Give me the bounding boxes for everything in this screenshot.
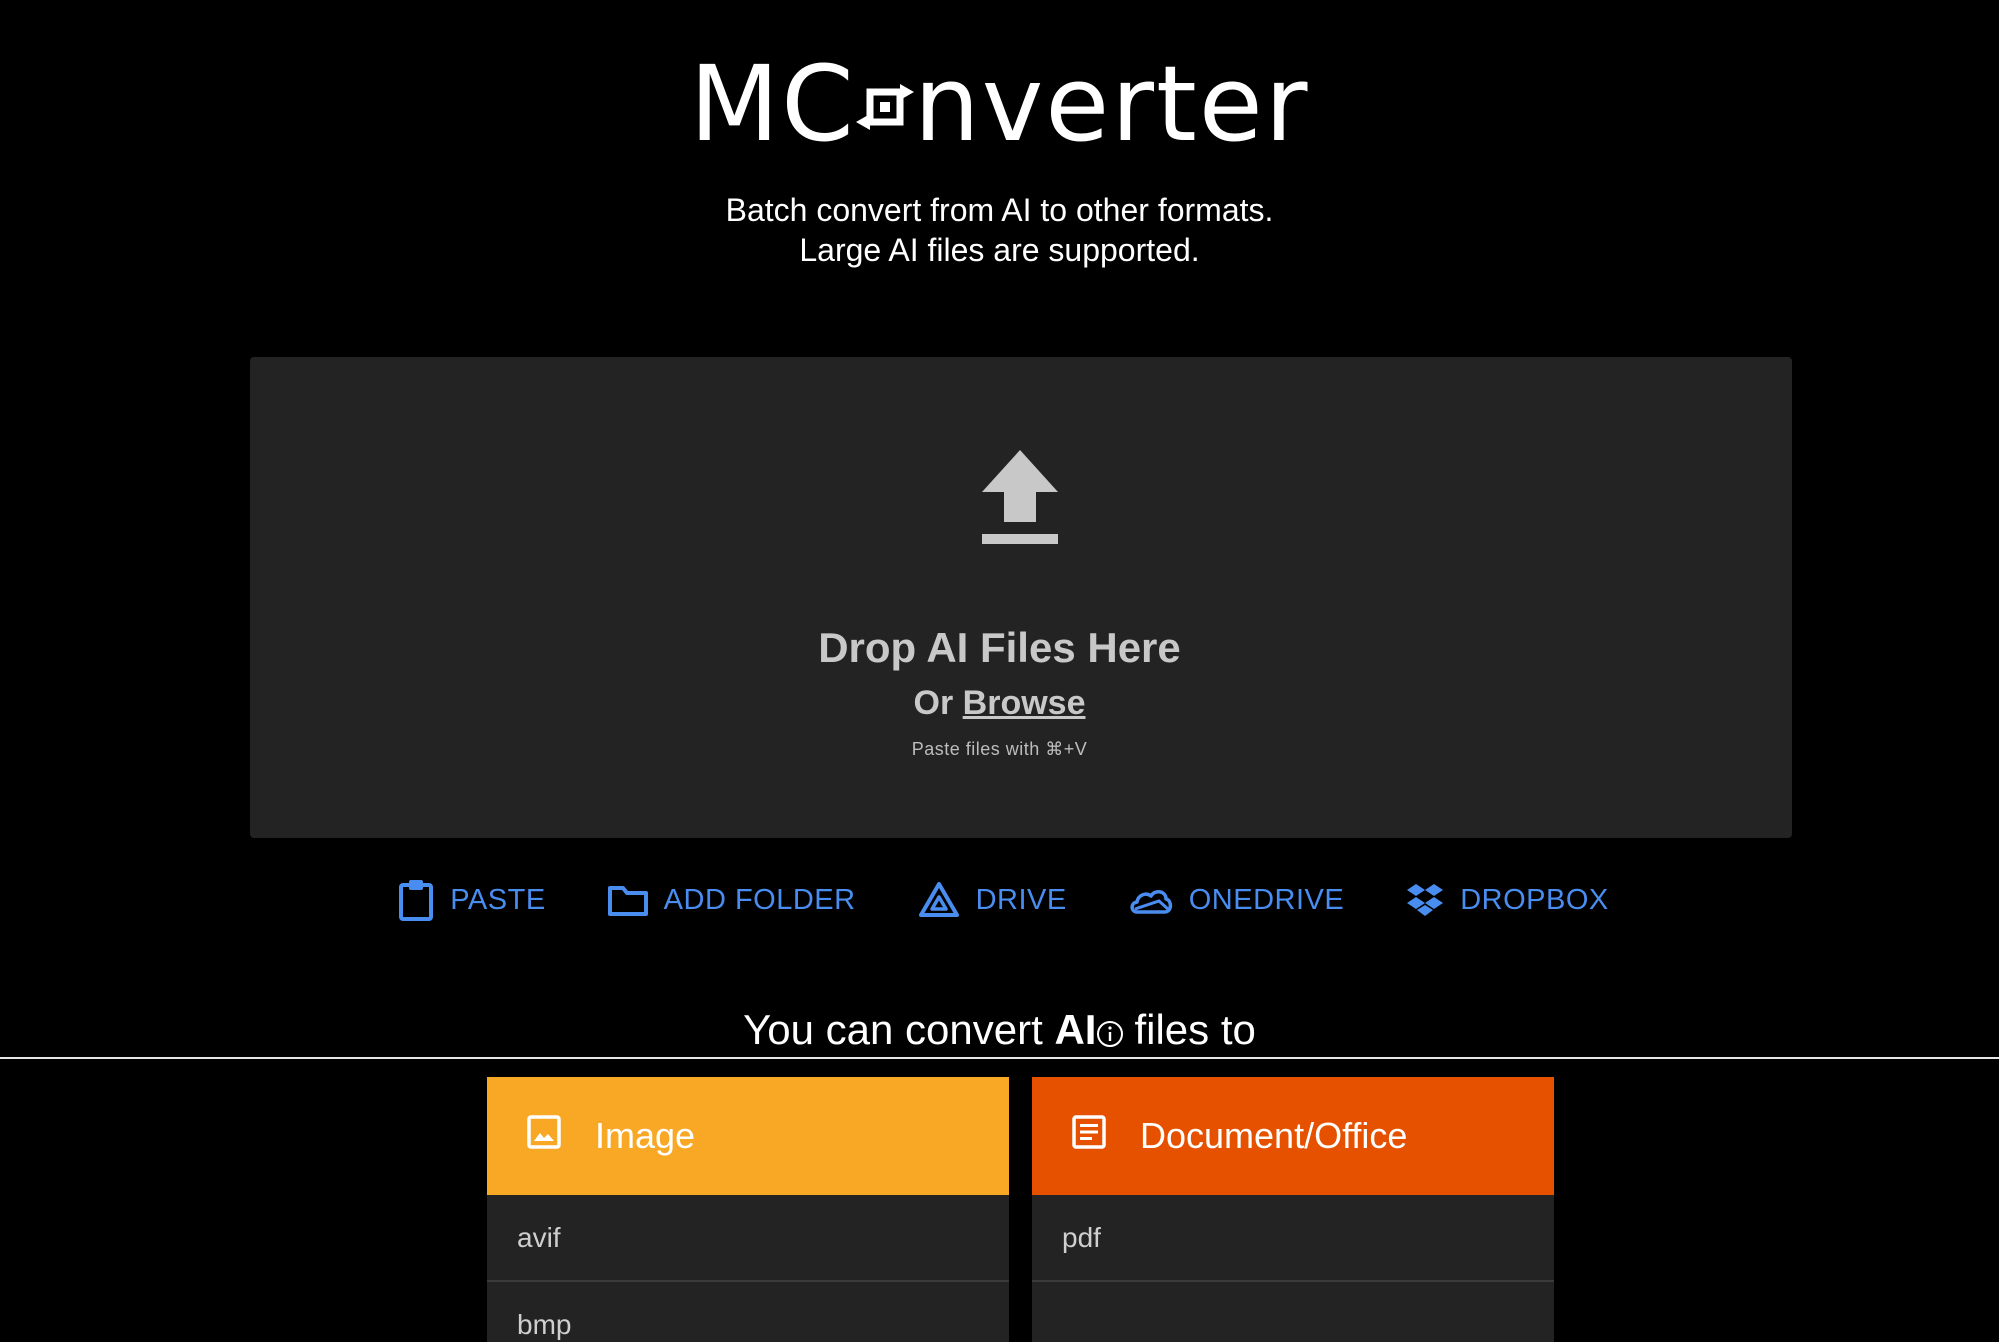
document-category-header[interactable]: Document/Office bbox=[1032, 1077, 1554, 1195]
add-folder-label: ADD FOLDER bbox=[663, 883, 856, 916]
onedrive-icon bbox=[1129, 885, 1173, 915]
browse-link[interactable]: Browse bbox=[963, 684, 1086, 722]
subtitle: Batch convert from AI to other formats. … bbox=[0, 190, 1999, 270]
paste-hint: Paste files with ⌘+V bbox=[911, 739, 1088, 759]
drop-title: Drop AI Files Here bbox=[818, 624, 1181, 671]
file-drop-zone[interactable] bbox=[250, 357, 1792, 838]
document-icon bbox=[1072, 1114, 1106, 1158]
source-format: AI bbox=[1054, 1006, 1097, 1053]
document-category-title: Document/Office bbox=[1140, 1115, 1408, 1156]
format-option-bmp[interactable]: bmp bbox=[487, 1282, 1009, 1342]
onedrive-button[interactable]: ONEDRIVE bbox=[1129, 884, 1344, 917]
convert-arrows-icon bbox=[855, 48, 914, 160]
convert-heading: You can convert AI files to bbox=[0, 1002, 1999, 1062]
folder-icon bbox=[607, 884, 648, 916]
dropbox-button[interactable]: DROPBOX bbox=[1406, 883, 1609, 917]
google-drive-icon bbox=[918, 881, 960, 919]
onedrive-label: ONEDRIVE bbox=[1188, 883, 1345, 916]
logo-text-end: nverter bbox=[913, 42, 1310, 165]
document-category-card: Document/Office pdf bbox=[1032, 1077, 1554, 1342]
or-label: Or bbox=[913, 684, 954, 722]
format-option[interactable] bbox=[1032, 1282, 1554, 1342]
format-option-pdf[interactable]: pdf bbox=[1032, 1195, 1554, 1282]
dropbox-label: DROPBOX bbox=[1460, 883, 1609, 916]
divider bbox=[0, 1057, 1999, 1059]
convert-heading-suffix: files to bbox=[1134, 1006, 1256, 1053]
paste-label: PASTE bbox=[450, 883, 546, 916]
drive-button[interactable]: DRIVE bbox=[918, 881, 1067, 919]
image-icon bbox=[527, 1114, 561, 1158]
source-buttons: PASTE ADD FOLDER DRIVE ONEDRIVE DROPBOX bbox=[0, 872, 1999, 928]
format-option-avif[interactable]: avif bbox=[487, 1195, 1009, 1282]
subtitle-line-1: Batch convert from AI to other formats. bbox=[725, 192, 1274, 228]
dropbox-icon bbox=[1406, 883, 1444, 917]
drop-or-line: Or Browse bbox=[0, 681, 1999, 725]
subtitle-line-2: Large AI files are supported. bbox=[799, 232, 1200, 268]
image-category-title: Image bbox=[595, 1115, 696, 1156]
upload-icon[interactable] bbox=[980, 450, 1060, 546]
logo[interactable]: MC nverter bbox=[0, 40, 1999, 160]
page: MC nverter Batch convert from AI to othe… bbox=[0, 0, 1999, 1342]
logo-text-start: MC bbox=[689, 42, 856, 165]
clipboard-icon bbox=[398, 879, 434, 921]
image-category-card: Image avif bmp bbox=[487, 1077, 1009, 1342]
convert-heading-prefix: You can convert bbox=[743, 1006, 1043, 1053]
drive-label: DRIVE bbox=[975, 883, 1067, 916]
info-icon[interactable] bbox=[1096, 1006, 1124, 1062]
add-folder-button[interactable]: ADD FOLDER bbox=[607, 883, 856, 917]
paste-button[interactable]: PASTE bbox=[398, 879, 545, 921]
image-category-header[interactable]: Image bbox=[487, 1077, 1009, 1195]
